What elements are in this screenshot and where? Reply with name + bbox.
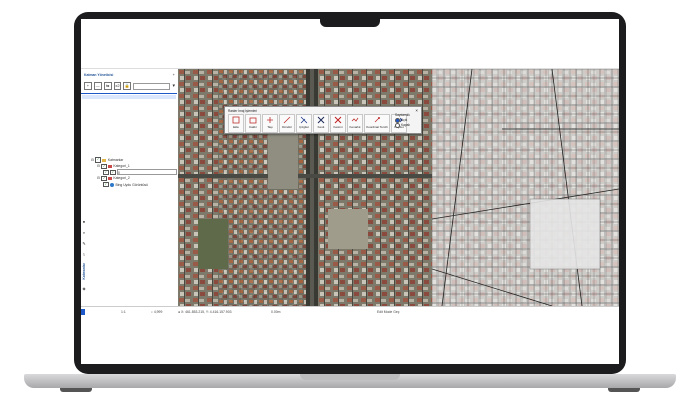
pencil-icon[interactable]: ✎ [82, 241, 85, 246]
side-toolbar: ● ⌕ ✎ ⌇ Katmanlar ◈ [81, 219, 87, 305]
laptop-base-notch [300, 374, 400, 380]
transparency-options: Saydamlık Açık Kapalı [395, 113, 410, 128]
zoom-readout: ⌕ 4,999 [151, 310, 163, 314]
tool-label: Çizgiler [298, 125, 309, 129]
search-icon[interactable]: ⌕ [83, 230, 85, 235]
collapse-icon[interactable]: ⊟ [97, 163, 100, 169]
layer-toolbar: + — ⇆ x2 🔒 ▾ [84, 82, 175, 90]
selected-row[interactable] [82, 95, 176, 99]
folder-icon [102, 158, 107, 162]
laptop-foot [608, 388, 640, 392]
checkbox[interactable]: ✓ [101, 175, 107, 182]
gis-application: Katman Yöneticisi + + — ⇆ x2 🔒 ▾ ⊟ ✓ Kat… [81, 68, 619, 317]
layers-icon[interactable]: ◈ [82, 286, 85, 291]
laptop-foot [60, 388, 92, 392]
clip-button[interactable]: Kesit [313, 114, 329, 133]
tool-label: Kesit [317, 125, 325, 129]
checkbox[interactable]: ✓ [103, 169, 109, 176]
category-icon [108, 176, 112, 181]
layer-tree: ⊟ ✓ Katmanlar ⊟ ✓ Kategori_1 ✓ ✓ 0 ⊟ ✓ K… [91, 157, 177, 188]
remove-raster-icon [249, 117, 257, 124]
checkbox[interactable]: ✓ [110, 169, 116, 176]
laptop-frame: Katman Yöneticisi + + — ⇆ x2 🔒 ▾ ⊟ ✓ Kat… [0, 0, 700, 420]
remove-raster-button[interactable]: Kaldır [245, 114, 261, 133]
lines-icon [300, 116, 308, 124]
move-raster-icon [267, 117, 273, 123]
info-icon[interactable]: ● [83, 219, 85, 224]
category-icon [108, 164, 112, 169]
layer-manager-title: Katman Yöneticisi [84, 73, 114, 77]
tool-label: Ekle [233, 125, 239, 129]
clip-icon [317, 116, 325, 124]
filter-icon[interactable]: ▾ [172, 83, 175, 89]
add-layer-button[interactable]: + [84, 82, 92, 90]
raster-tools: Ekle Kaldır Taşı Döndür Çizgiler Kesit K… [228, 114, 407, 133]
radio-on[interactable] [395, 117, 400, 123]
move-raster-button[interactable]: Taşı [262, 114, 278, 133]
layer-manager-panel: Katman Yöneticisi + + — ⇆ x2 🔒 ▾ ⊟ ✓ Kat… [81, 69, 179, 306]
move-layer-button[interactable]: ⇆ [103, 82, 112, 90]
option-off-label: Kapalı [401, 122, 411, 127]
option-off[interactable]: Kapalı [395, 122, 411, 128]
tree-layer-label: Bing Uydu Görüntüsü [115, 182, 148, 187]
layer-search-input[interactable] [133, 82, 171, 90]
checkbox[interactable]: ✓ [95, 157, 101, 163]
rotate-raster-icon [283, 116, 291, 124]
tree-layer-bing[interactable]: ✓ Bing Uydu Görüntüsü [91, 181, 177, 188]
scale-readout: 1:1 [121, 310, 126, 314]
zoom-value: 4,999 [153, 310, 163, 314]
collapse-icon[interactable]: ⊟ [91, 157, 94, 163]
globe-icon [110, 182, 114, 187]
coordinate-icon [374, 117, 380, 123]
coordinate-button[interactable]: Koordinat Tercih [364, 114, 390, 133]
tool-label: Döndür [282, 125, 292, 129]
checkbox[interactable]: ✓ [101, 163, 107, 170]
tool-label: Kenarlık [349, 125, 361, 129]
option-on-label: Açık [401, 117, 408, 122]
add-raster-button[interactable]: Ekle [228, 114, 244, 133]
status-bar: 1:1 ⌕ 4,999 ● X: 461.853.215, Y: 4.416.1… [81, 306, 619, 317]
crop-icon [334, 116, 342, 124]
layers-tab-label[interactable]: Katmanlar [82, 263, 86, 280]
camera-notch [320, 13, 380, 27]
layer-property-list[interactable] [81, 93, 177, 152]
close-icon[interactable]: × [415, 108, 418, 113]
ruler-icon[interactable]: ⌇ [83, 252, 85, 257]
remove-layer-button[interactable]: — [93, 82, 102, 90]
edit-mode-status[interactable]: Edit Mode Geç [377, 310, 399, 314]
parcel-lines [431, 69, 619, 306]
radio-off[interactable] [395, 122, 400, 128]
rotate-raster-button[interactable]: Döndür [279, 114, 295, 133]
collapse-icon[interactable]: ⊟ [97, 175, 100, 181]
duplicate-layer-button[interactable]: x2 [113, 82, 122, 90]
tool-label: Kesimi [333, 125, 343, 129]
crop-button[interactable]: Kesimi [330, 114, 346, 133]
lines-button[interactable]: Çizgiler [296, 114, 312, 133]
status-indicator [81, 309, 85, 315]
border-button[interactable]: Kenarlık [347, 114, 363, 133]
border-icon [351, 117, 359, 122]
coordinate-value: X: 461.853.215, Y: 4.416.157.903 [181, 310, 232, 314]
panel-title: Raster İmaj İşlemleri [228, 108, 258, 113]
raster-operations-panel: Raster İmaj İşlemleri × Ekle Kaldır Taşı… [224, 106, 422, 134]
laptop-screen: Katman Yöneticisi + + — ⇆ x2 🔒 ▾ ⊟ ✓ Kat… [81, 19, 619, 364]
lock-icon[interactable]: 🔒 [123, 82, 132, 90]
coordinate-readout: ● X: 461.853.215, Y: 4.416.157.903 [178, 310, 232, 314]
measure-readout: 0.00m [271, 310, 281, 314]
cadastral-overlay [431, 69, 619, 306]
checkbox[interactable]: ✓ [103, 181, 109, 188]
tool-label: Kaldır [249, 125, 257, 129]
tree-edit-row[interactable]: ✓ ✓ 0 [91, 169, 177, 176]
map-canvas[interactable]: Raster İmaj İşlemleri × Ekle Kaldır Taşı… [178, 69, 619, 306]
pin-icon[interactable]: + [173, 72, 175, 77]
add-raster-icon [232, 116, 240, 124]
tool-label: Koordinat Tercih [366, 125, 388, 129]
tool-label: Taşı [267, 125, 273, 129]
